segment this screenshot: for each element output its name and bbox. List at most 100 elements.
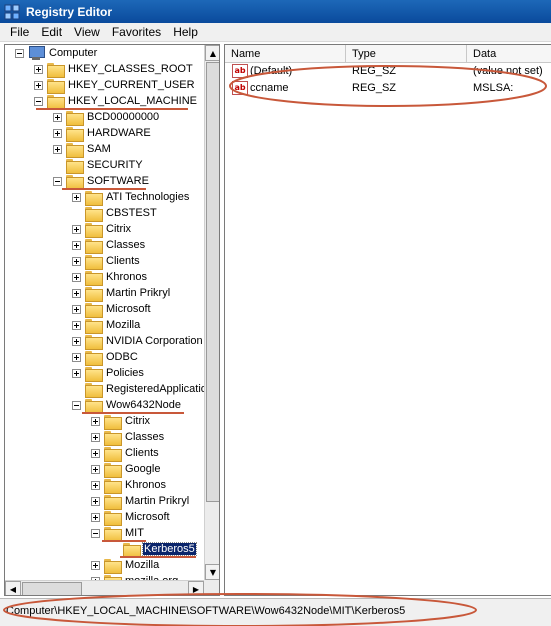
tree-node[interactable]: HKEY_LOCAL_MACHINE — [34, 93, 198, 110]
expand-plus-icon[interactable] — [53, 128, 62, 138]
folder-icon — [85, 318, 103, 334]
tree-node[interactable]: Classes — [72, 237, 146, 254]
tree-node[interactable]: Microsoft — [72, 301, 152, 318]
expand-plus-icon[interactable] — [91, 512, 100, 522]
tree-node[interactable]: ODBC — [72, 349, 139, 366]
column-header-type[interactable]: Type — [346, 45, 467, 63]
tree-node[interactable]: Clients — [91, 445, 160, 462]
menu-view[interactable]: View — [68, 25, 106, 39]
menu-edit[interactable]: Edit — [35, 25, 68, 39]
expand-plus-icon[interactable] — [53, 144, 62, 154]
value-list-pane[interactable]: Name Type Data ab (Default) REG_SZ (valu… — [224, 44, 551, 596]
tree-node[interactable]: MIT — [91, 525, 145, 542]
tree-node[interactable]: Microsoft — [91, 509, 171, 526]
tree-node[interactable]: Computer — [15, 45, 98, 61]
expand-plus-icon[interactable] — [34, 80, 43, 90]
value-type: REG_SZ — [352, 65, 397, 77]
value-row-default[interactable]: ab (Default) REG_SZ (value not set) — [225, 63, 551, 80]
expand-plus-icon[interactable] — [72, 192, 81, 202]
tree-node[interactable]: SECURITY — [53, 157, 144, 174]
expand-plus-icon[interactable] — [53, 112, 62, 122]
tree-node-label: Microsoft — [125, 511, 170, 523]
expand-plus-icon[interactable] — [72, 368, 81, 378]
tree-node[interactable]: HKEY_CLASSES_ROOT — [34, 61, 194, 78]
value-row-ccname[interactable]: ab ccname REG_SZ MSLSA: — [225, 80, 551, 97]
key-tree-pane[interactable]: Computer HKEY_CLASSES_ROOT HKEY_CURRENT_US… — [4, 44, 220, 596]
tree-vertical-scroll-thumb[interactable] — [206, 62, 219, 502]
tree-node[interactable]: Mozilla — [91, 557, 160, 574]
status-bar: Computer\HKEY_LOCAL_MACHINE\SOFTWARE\Wow… — [0, 598, 551, 626]
expand-plus-icon[interactable] — [91, 496, 100, 506]
collapse-minus-icon[interactable] — [91, 528, 100, 538]
expand-plus-icon[interactable] — [91, 448, 100, 458]
scroll-up-arrow-icon[interactable]: ▲ — [205, 45, 219, 61]
collapse-minus-icon[interactable] — [53, 176, 62, 186]
tree-node[interactable]: ATI Technologies — [72, 189, 190, 206]
column-header-name[interactable]: Name — [225, 45, 346, 63]
tree-vertical-scrollbar[interactable]: ▲ ▼ — [204, 45, 219, 580]
tree-node[interactable]: CBSTEST — [72, 205, 158, 222]
tree-node[interactable]: HKEY_CURRENT_USER — [34, 77, 196, 94]
tree-node[interactable]: BCD00000000 — [53, 109, 160, 126]
expand-plus-icon[interactable] — [72, 256, 81, 266]
tree-node-label: Google — [125, 463, 161, 475]
tree-node[interactable]: Wow6432Node — [72, 397, 182, 414]
expand-plus-icon[interactable] — [72, 352, 81, 362]
tree-node[interactable]: mozilla.org — [91, 573, 179, 580]
tree-node[interactable]: SOFTWARE — [53, 173, 150, 190]
collapse-minus-icon[interactable] — [72, 400, 81, 410]
tree-node[interactable]: Martin Prikryl — [91, 493, 190, 510]
folder-icon — [47, 78, 65, 94]
column-header-data[interactable]: Data — [467, 45, 551, 63]
expand-plus-icon[interactable] — [91, 464, 100, 474]
scroll-down-arrow-icon[interactable]: ▼ — [205, 564, 219, 580]
tree-node[interactable]: HARDWARE — [53, 125, 152, 142]
expand-plus-icon[interactable] — [91, 416, 100, 426]
tree-node[interactable]: Citrix — [72, 221, 132, 238]
tree-node[interactable]: Khronos — [72, 269, 148, 286]
tree-node-label: Classes — [106, 239, 146, 251]
folder-icon — [47, 62, 65, 78]
tree-node[interactable]: Citrix — [91, 413, 151, 430]
menu-file[interactable]: File — [4, 25, 35, 39]
expand-plus-icon[interactable] — [72, 272, 81, 282]
collapse-minus-icon[interactable] — [15, 48, 24, 58]
expand-plus-icon[interactable] — [72, 304, 81, 314]
tree-node[interactable]: NVIDIA Corporation — [72, 333, 204, 350]
expand-plus-icon[interactable] — [91, 480, 100, 490]
expand-plus-icon[interactable] — [72, 288, 81, 298]
string-value-icon: ab — [232, 64, 248, 78]
tree-node[interactable]: SAM — [53, 141, 112, 158]
menu-help[interactable]: Help — [167, 25, 204, 39]
collapse-minus-icon[interactable] — [34, 96, 43, 106]
scroll-right-arrow-icon[interactable]: ▶ — [188, 581, 204, 595]
tree-node[interactable]: Classes — [91, 429, 165, 446]
expand-plus-icon[interactable] — [72, 224, 81, 234]
key-tree[interactable]: Computer HKEY_CLASSES_ROOT HKEY_CURRENT_US… — [5, 45, 204, 580]
tree-node[interactable]: Khronos — [91, 477, 167, 494]
expand-plus-icon[interactable] — [34, 64, 43, 74]
expand-plus-icon[interactable] — [72, 240, 81, 250]
tree-node[interactable]: Kerberos5 — [110, 541, 197, 558]
tree-node[interactable]: Google — [91, 461, 161, 478]
tree-node-label: Classes — [125, 431, 165, 443]
expand-plus-icon[interactable] — [91, 432, 100, 442]
folder-icon — [104, 446, 122, 462]
expand-plus-icon[interactable] — [72, 336, 81, 346]
scroll-left-arrow-icon[interactable]: ◀ — [5, 581, 21, 595]
tree-node[interactable]: Policies — [72, 365, 145, 382]
tree-node-label: SOFTWARE — [87, 175, 149, 187]
tree-horizontal-scroll-thumb[interactable] — [22, 582, 82, 595]
tree-node-label: HKEY_CURRENT_USER — [68, 79, 195, 91]
expand-plus-icon[interactable] — [91, 560, 100, 570]
tree-node[interactable]: RegisteredApplicatio — [72, 381, 204, 398]
tree-node[interactable]: Clients — [72, 253, 141, 270]
tree-node-label: Citrix — [106, 223, 132, 235]
tree-node[interactable]: Martin Prikryl — [72, 285, 171, 302]
expand-plus-icon[interactable] — [72, 320, 81, 330]
tree-node-label: Khronos — [125, 479, 166, 491]
tree-horizontal-scrollbar[interactable]: ◀ ▶ — [5, 580, 204, 595]
menu-favorites[interactable]: Favorites — [106, 25, 167, 39]
tree-node[interactable]: Mozilla — [72, 317, 141, 334]
